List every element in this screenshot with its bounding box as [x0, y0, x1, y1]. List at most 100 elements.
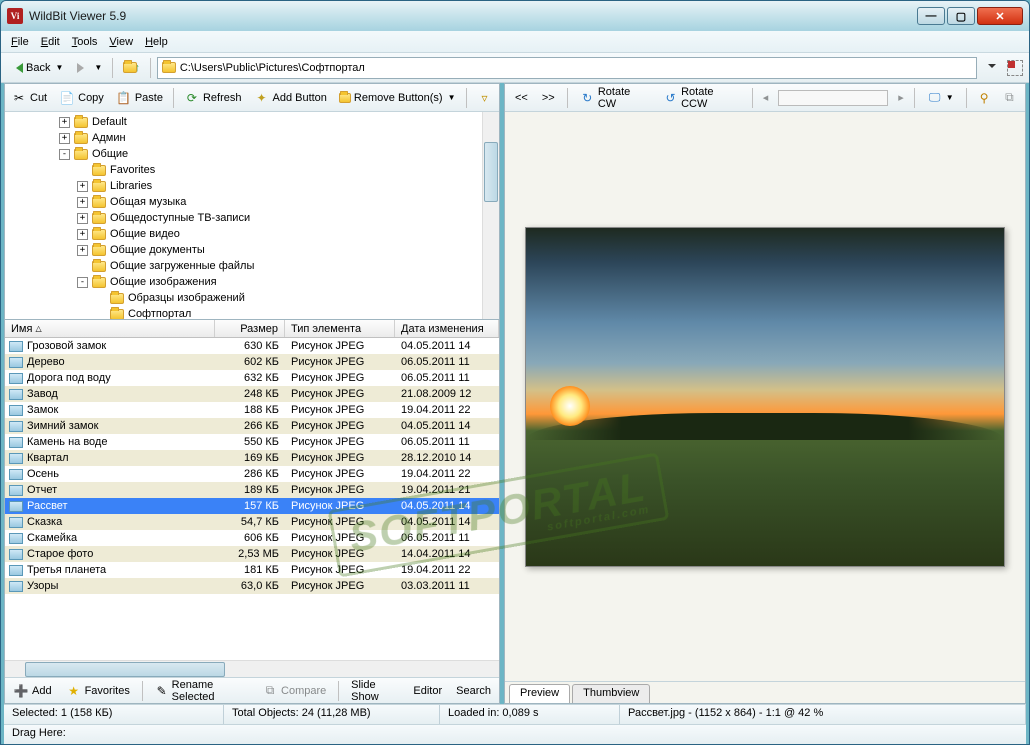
tree-node[interactable]: +Libraries [5, 178, 499, 194]
file-row[interactable]: Камень на воде550 КБРисунок JPEG06.05.20… [5, 434, 499, 450]
expand-icon[interactable]: + [77, 229, 88, 240]
filter-button[interactable]: ▿ [475, 89, 495, 107]
expand-icon[interactable]: + [77, 181, 88, 192]
paste-button[interactable]: 📋Paste [114, 89, 165, 107]
next-image-button[interactable]: >> [540, 91, 557, 105]
file-size: 632 КБ [215, 372, 285, 384]
prev-image-button[interactable]: << [513, 91, 530, 105]
compare-button[interactable]: ⧉Compare [260, 682, 328, 700]
thumb-strip[interactable] [778, 90, 888, 106]
tab-preview[interactable]: Preview [509, 684, 570, 703]
maximize-button[interactable]: ▢ [947, 7, 975, 25]
expand-icon[interactable]: + [77, 245, 88, 256]
col-size[interactable]: Размер [215, 320, 285, 337]
file-row[interactable]: Зимний замок266 КБРисунок JPEG04.05.2011… [5, 418, 499, 434]
tree-node[interactable]: Образцы изображений [5, 290, 499, 306]
file-row[interactable]: Грозовой замок630 КБРисунок JPEG04.05.20… [5, 338, 499, 354]
menu-tools[interactable]: Tools [72, 36, 98, 48]
file-row[interactable]: Дерево602 КБРисунок JPEG06.05.2011 11 [5, 354, 499, 370]
file-row[interactable]: Осень286 КБРисунок JPEG19.04.2011 22 [5, 466, 499, 482]
file-name: Осень [27, 468, 59, 480]
folder-tree[interactable]: +Default+Админ-ОбщиеFavorites+Libraries+… [5, 112, 499, 320]
col-date[interactable]: Дата изменения [395, 320, 499, 337]
copy-button[interactable]: 📄Copy [57, 89, 106, 107]
file-row[interactable]: Скамейка606 КБРисунок JPEG06.05.2011 11 [5, 530, 499, 546]
cut-button[interactable]: ✂Cut [9, 89, 49, 107]
fullscreen-button[interactable] [1007, 60, 1023, 76]
file-row[interactable]: Узоры63,0 КБРисунок JPEG03.03.2011 11 [5, 578, 499, 594]
refresh-button[interactable]: ⟳Refresh [182, 89, 244, 107]
rotate-cw-button[interactable]: ↻Rotate CW [578, 85, 651, 111]
tree-node[interactable]: + Общедоступные ТВ-записи [5, 210, 499, 226]
up-button[interactable]: ↑ [119, 60, 144, 76]
tree-node[interactable]: Софтпортал [5, 306, 499, 319]
drag-area[interactable]: Drag Here: [4, 724, 1026, 744]
slideshow-button[interactable]: Slide Show [349, 678, 401, 704]
right-panel: << >> ↻Rotate CW ↺Rotate CCW ◂ ▸ 🖵▼ ⚲ ⧉ [504, 83, 1026, 704]
file-row[interactable]: Квартал169 КБРисунок JPEG28.12.2010 14 [5, 450, 499, 466]
add-custom-button[interactable]: ✦Add Button [251, 89, 328, 107]
expand-icon[interactable]: + [77, 213, 88, 224]
tree-node[interactable]: + Общие документы [5, 242, 499, 258]
expand-icon[interactable]: - [77, 277, 88, 288]
tree-node[interactable]: +Общая музыка [5, 194, 499, 210]
search-button[interactable]: Search [454, 684, 493, 698]
tree-label: Общедоступные ТВ-записи [110, 212, 250, 224]
list-header[interactable]: Имя △ Размер Тип элемента Дата изменения [5, 320, 499, 338]
forward-button[interactable]: ▼ [73, 61, 106, 75]
menu-help[interactable]: Help [145, 36, 168, 48]
tab-thumbview[interactable]: Thumbview [572, 684, 650, 703]
minimize-button[interactable]: — [917, 7, 945, 25]
titlebar[interactable]: Vi WildBit Viewer 5.9 — ▢ ✕ [1, 1, 1029, 31]
folder-icon [74, 149, 88, 160]
editor-button[interactable]: Editor [411, 684, 444, 698]
tree-node[interactable]: -Общие изображения [5, 274, 499, 290]
back-button[interactable]: Back▼ [7, 60, 67, 76]
tree-node[interactable]: +Общие видео [5, 226, 499, 242]
file-row[interactable]: Рассвет157 КБРисунок JPEG04.05.2011 14 [5, 498, 499, 514]
file-type: Рисунок JPEG [285, 580, 395, 592]
monitor-button[interactable]: 🖵▼ [925, 89, 956, 107]
expand-icon[interactable]: + [59, 133, 70, 144]
left-panel: ✂Cut 📄Copy 📋Paste ⟳Refresh ✦Add Button R… [4, 83, 500, 704]
tree-node[interactable]: Общие загруженные файлы [5, 258, 499, 274]
tree-node[interactable]: Favorites [5, 162, 499, 178]
file-thumb-icon [9, 373, 23, 384]
tree-label: Общие документы [110, 244, 205, 256]
tree-node[interactable]: +Админ [5, 130, 499, 146]
file-row[interactable]: Третья планета181 КБРисунок JPEG19.04.20… [5, 562, 499, 578]
left-toolbar: ✂Cut 📄Copy 📋Paste ⟳Refresh ✦Add Button R… [5, 84, 499, 112]
menu-edit[interactable]: Edit [41, 36, 60, 48]
file-size: 181 КБ [215, 564, 285, 576]
tree-node[interactable]: +Default [5, 114, 499, 130]
file-row[interactable]: Отчет189 КБРисунок JPEG19.04.2011 21 [5, 482, 499, 498]
wand-icon[interactable]: ⚲ [977, 90, 992, 106]
menu-view[interactable]: View [109, 36, 133, 48]
tree-node[interactable]: -Общие [5, 146, 499, 162]
file-row[interactable]: Дорога под воду632 КБРисунок JPEG06.05.2… [5, 370, 499, 386]
expand-icon[interactable]: + [59, 117, 70, 128]
col-type[interactable]: Тип элемента [285, 320, 395, 337]
nav-right-icon[interactable]: ▸ [898, 91, 904, 104]
preview-area[interactable] [505, 112, 1025, 681]
expand-icon[interactable]: - [59, 149, 70, 160]
file-row[interactable]: Замок188 КБРисунок JPEG19.04.2011 22 [5, 402, 499, 418]
list-hscroll[interactable] [5, 660, 499, 677]
remove-custom-button[interactable]: Remove Button(s)▼ [337, 91, 458, 105]
address-dropdown[interactable] [983, 64, 1001, 72]
menu-file[interactable]: File [11, 36, 29, 48]
file-row[interactable]: Сказка54,7 КБРисунок JPEG04.05.2011 14 [5, 514, 499, 530]
rename-button[interactable]: ✎Rename Selected [153, 678, 250, 704]
copy-icon[interactable]: ⧉ [1002, 90, 1017, 106]
close-button[interactable]: ✕ [977, 7, 1023, 25]
favorites-button[interactable]: ★Favorites [64, 682, 132, 700]
col-name[interactable]: Имя △ [5, 320, 215, 337]
nav-left-icon[interactable]: ◂ [763, 91, 769, 104]
tree-scrollbar[interactable] [482, 112, 499, 319]
expand-icon[interactable]: + [77, 197, 88, 208]
file-row[interactable]: Завод248 КБРисунок JPEG21.08.2009 12 [5, 386, 499, 402]
rotate-ccw-button[interactable]: ↺Rotate CCW [661, 85, 742, 111]
file-row[interactable]: Старое фото2,53 МБРисунок JPEG14.04.2011… [5, 546, 499, 562]
add-button[interactable]: ➕Add [11, 682, 54, 700]
address-bar[interactable]: C:\Users\Public\Pictures\Софтпортал [157, 57, 977, 79]
